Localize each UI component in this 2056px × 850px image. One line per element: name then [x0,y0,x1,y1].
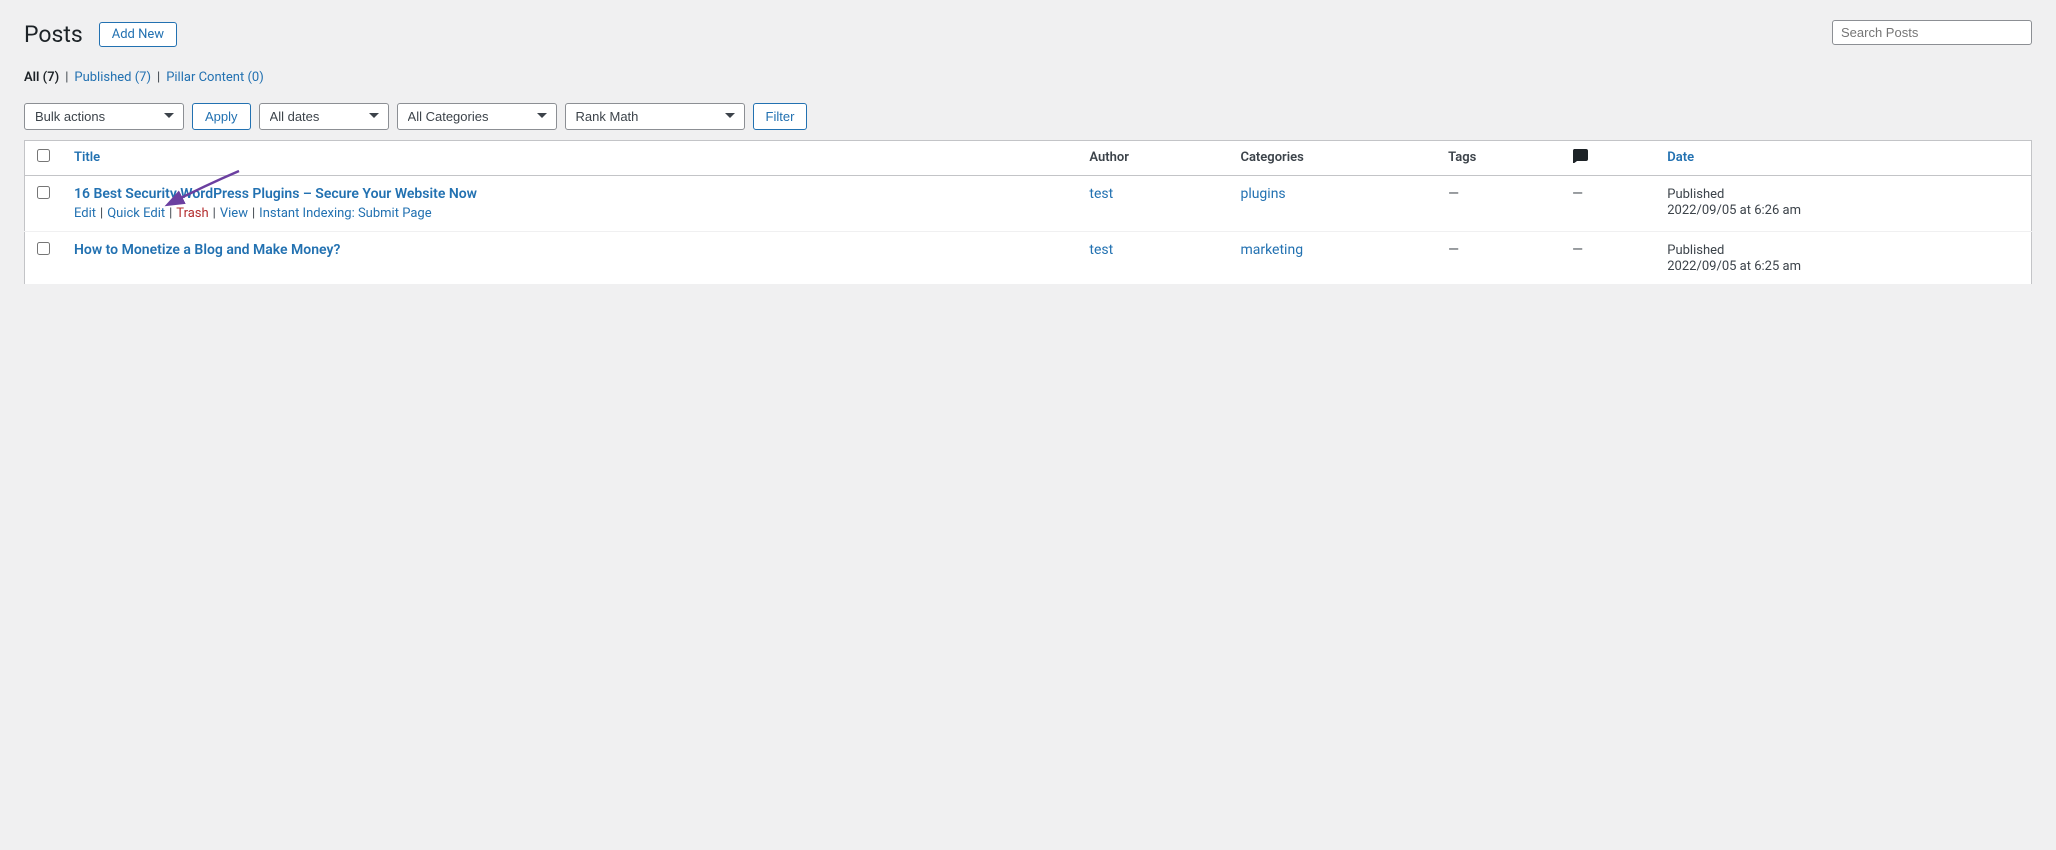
row1-checkbox[interactable] [37,186,50,199]
page-title: Posts [24,20,83,50]
filter-pillar-link[interactable]: Pillar Content (0) [166,70,264,85]
row1-instant-indexing-link[interactable]: Instant Indexing: Submit Page [259,206,431,221]
table-row: 16 Best Security WordPress Plugins – Sec… [25,175,2032,231]
row2-title-cell: How to Monetize a Blog and Make Money? [62,231,1077,284]
bulk-actions-select[interactable]: Bulk actions Edit Move to Trash [24,103,184,130]
categories-filter-select[interactable]: All Categories [397,103,557,130]
col-header-comments [1560,140,1655,175]
posts-table: Title Author Categories Tags Date [24,140,2032,285]
row2-categories-cell: marketing [1228,231,1436,284]
row1-quick-edit-link[interactable]: Quick Edit [107,206,165,221]
search-input[interactable] [1832,20,2032,45]
select-all-checkbox[interactable] [37,149,50,162]
comments-icon [1572,149,1588,163]
row2-checkbox-cell [25,231,63,284]
row1-actions: Edit | Quick Edit | Trash | View | Insta… [74,206,1065,221]
row2-comments-cell: — [1560,231,1655,284]
row1-trash-link[interactable]: Trash [176,206,208,221]
col-header-date[interactable]: Date [1655,140,2031,175]
row1-category-link[interactable]: plugins [1240,186,1285,202]
col-header-checkbox [25,140,63,175]
row2-category-link[interactable]: marketing [1240,242,1303,258]
row2-checkbox[interactable] [37,242,50,255]
row2-author-cell: test [1077,231,1228,284]
col-header-tags: Tags [1436,140,1560,175]
row1-tags-cell: — [1436,175,1560,231]
rankmath-filter-select[interactable]: Rank Math [565,103,745,130]
row1-title-cell: 16 Best Security WordPress Plugins – Sec… [62,175,1077,231]
col-header-author: Author [1077,140,1228,175]
row1-categories-cell: plugins [1228,175,1436,231]
row1-title-link[interactable]: 16 Best Security WordPress Plugins – Sec… [74,186,477,202]
apply-button[interactable]: Apply [192,103,251,130]
dates-filter-select[interactable]: All dates [259,103,389,130]
row1-author-link[interactable]: test [1089,186,1113,202]
row2-tags-cell: — [1436,231,1560,284]
row2-author-link[interactable]: test [1089,242,1113,258]
add-new-button[interactable]: Add New [99,22,177,47]
row2-date-cell: Published 2022/09/05 at 6:25 am [1655,231,2031,284]
filter-links: All (7) | Published (7) | Pillar Content… [24,70,2032,85]
table-row: How to Monetize a Blog and Make Money? t… [25,231,2032,284]
row1-checkbox-cell [25,175,63,231]
row1-author-cell: test [1077,175,1228,231]
tablenav: Bulk actions Edit Move to Trash Apply Al… [24,97,2032,136]
row1-date-cell: Published 2022/09/05 at 6:26 am [1655,175,2031,231]
col-header-title[interactable]: Title [62,140,1077,175]
row2-title-link[interactable]: How to Monetize a Blog and Make Money? [74,242,1065,258]
row1-edit-link[interactable]: Edit [74,206,96,221]
row1-comments-cell: — [1560,175,1655,231]
filter-button[interactable]: Filter [753,103,808,130]
col-header-categories: Categories [1228,140,1436,175]
filter-published-link[interactable]: Published (7) [74,70,151,85]
filter-all-link[interactable]: All (7) [24,70,59,85]
row1-view-link[interactable]: View [220,206,248,221]
